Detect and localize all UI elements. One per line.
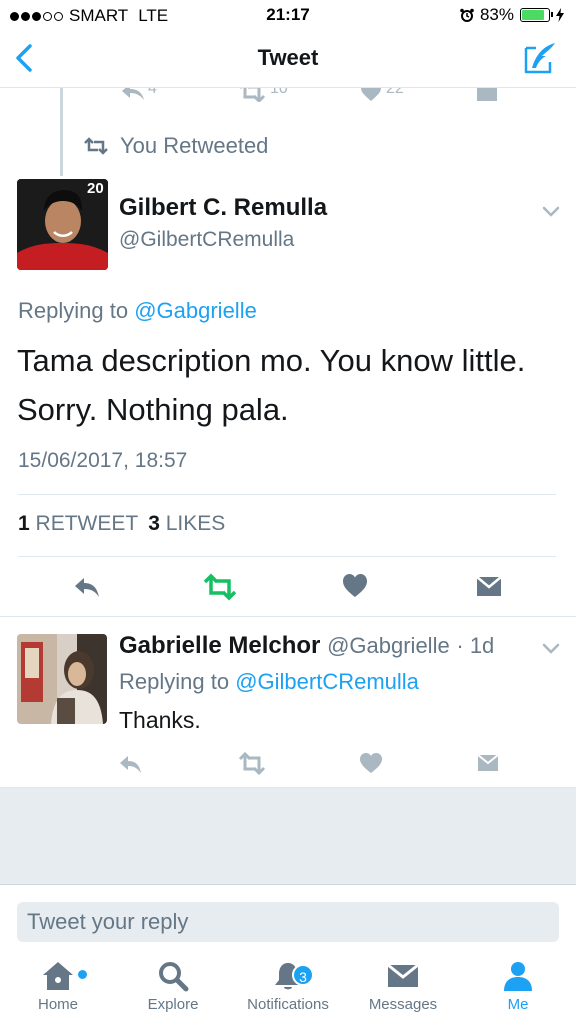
tab-notifications[interactable]: Notifications 3	[238, 960, 338, 1013]
retweet-context-label: You Retweeted	[120, 133, 269, 158]
tweet-text-line: Tama description mo. You know little.	[17, 343, 526, 378]
previous-message-icon[interactable]	[476, 88, 498, 102]
tweet-timestamp: 15/06/2017, 18:57	[18, 449, 188, 472]
tab-messages[interactable]: Messages	[353, 960, 453, 1013]
tab-label: Me	[507, 996, 529, 1013]
previous-reply-count: 4	[148, 88, 157, 97]
battery-icon	[520, 8, 553, 22]
envelope-icon	[477, 754, 499, 771]
reply-options-button[interactable]	[540, 637, 562, 659]
reply-author-name[interactable]: Gabrielle Melchor	[119, 632, 320, 659]
tab-label: Explore	[147, 996, 199, 1013]
reply-button[interactable]	[72, 572, 102, 602]
tab-bar: Home Explore Notifications 3 Messages Me	[0, 954, 576, 1024]
reply-retweet-button[interactable]	[238, 751, 266, 777]
reply-input[interactable]	[17, 902, 559, 942]
tweet-text: Tama description mo. You know little. So…	[17, 336, 562, 434]
empty-area	[0, 788, 576, 884]
likes-stat[interactable]: 3 LIKES	[148, 512, 225, 536]
envelope-icon	[476, 576, 502, 596]
tab-label: Home	[37, 996, 78, 1013]
reply-reply-button[interactable]	[118, 751, 144, 777]
reply-icon	[75, 578, 99, 597]
avatar-photo: 20	[17, 179, 108, 270]
like-button[interactable]	[341, 572, 371, 602]
unread-dot	[78, 970, 87, 979]
tweet-stats: 1 RETWEET 3 LIKES	[18, 512, 225, 536]
notification-badge: 3	[292, 964, 314, 986]
tweet-author-handle[interactable]: @GilbertCRemulla	[119, 228, 294, 252]
retweet-button[interactable]	[203, 572, 237, 602]
previous-like-count: 22	[386, 88, 404, 97]
retweet-icon	[84, 137, 108, 155]
retweet-context: You Retweeted	[84, 133, 268, 159]
reply-header: Gabrielle Melchor @Gabgrielle · 1d	[119, 632, 494, 660]
thread-line	[60, 88, 63, 176]
chevron-down-icon	[542, 206, 560, 217]
direct-message-button[interactable]	[475, 572, 505, 602]
charging-icon	[556, 8, 564, 22]
like-stat-label: LIKES	[165, 512, 226, 535]
status-right: 83%	[460, 5, 564, 25]
tab-label: Messages	[368, 996, 438, 1013]
tweet-text-line: Sorry. Nothing pala.	[17, 392, 289, 427]
reply-age: · 1d	[456, 633, 495, 658]
replying-to-prefix: Replying to	[119, 669, 230, 694]
battery-percent: 83%	[479, 5, 514, 24]
replying-to-line: Replying to @Gabgrielle	[18, 298, 257, 324]
reply-replying-to-line: Replying to @GilbertCRemulla	[119, 669, 419, 695]
retweet-stat-label: RETWEET	[35, 512, 139, 535]
previous-tweet-actions: 4 10 22	[120, 88, 500, 102]
replying-to-prefix: Replying to	[18, 298, 129, 323]
tab-label: Notifications	[247, 996, 329, 1013]
chevron-down-icon	[542, 643, 560, 654]
compose-feather-icon	[524, 43, 555, 74]
retweet-icon	[238, 751, 266, 776]
tweet-actions	[0, 560, 576, 616]
previous-retweet-icon[interactable]	[238, 88, 266, 102]
previous-reply-icon[interactable]	[120, 88, 146, 102]
divider	[18, 556, 556, 557]
tab-explore[interactable]: Explore	[123, 960, 223, 1013]
reply-icon	[120, 756, 141, 773]
status-bar: SMART LTE 21:17 83%	[0, 0, 576, 30]
tab-home[interactable]: Home	[8, 960, 108, 1013]
alarm-icon	[460, 8, 474, 22]
retweet-count: 1	[18, 512, 30, 535]
reply-author-handle[interactable]: @Gabgrielle	[327, 633, 450, 658]
reply-composer	[0, 884, 576, 954]
reply-avatar[interactable]	[17, 634, 107, 724]
page-title: Tweet	[257, 45, 319, 70]
reply-text: Thanks.	[119, 707, 201, 733]
avatar[interactable]: 20	[17, 179, 108, 270]
reply-like-button[interactable]	[359, 751, 385, 777]
divider	[18, 494, 556, 495]
search-icon	[159, 962, 189, 992]
previous-retweet-count: 10	[270, 88, 288, 97]
envelope-icon	[387, 963, 419, 987]
retweets-stat[interactable]: 1 RETWEET	[18, 512, 138, 536]
reply-avatar-photo	[17, 634, 107, 724]
navigation-bar: Tweet	[0, 30, 576, 88]
heart-icon	[360, 753, 382, 773]
compose-tweet-button[interactable]	[522, 40, 558, 76]
tweet-author-name[interactable]: Gilbert C. Remulla	[119, 194, 327, 222]
home-icon	[43, 962, 73, 990]
reply-tweet[interactable]: Gabrielle Melchor @Gabgrielle · 1d Reply…	[0, 616, 576, 788]
person-icon	[504, 962, 532, 991]
reply-message-button[interactable]	[476, 751, 502, 777]
replying-to-mention[interactable]: @Gabgrielle	[134, 298, 257, 323]
heart-icon	[343, 574, 367, 597]
previous-like-icon[interactable]	[360, 88, 382, 102]
retweet-icon	[203, 573, 237, 601]
like-count: 3	[148, 512, 160, 535]
tab-me[interactable]: Me	[468, 960, 568, 1013]
tweet-options-button[interactable]	[540, 200, 562, 222]
avatar-jersey-number: 20	[87, 180, 104, 197]
replying-to-mention[interactable]: @GilbertCRemulla	[235, 669, 419, 694]
